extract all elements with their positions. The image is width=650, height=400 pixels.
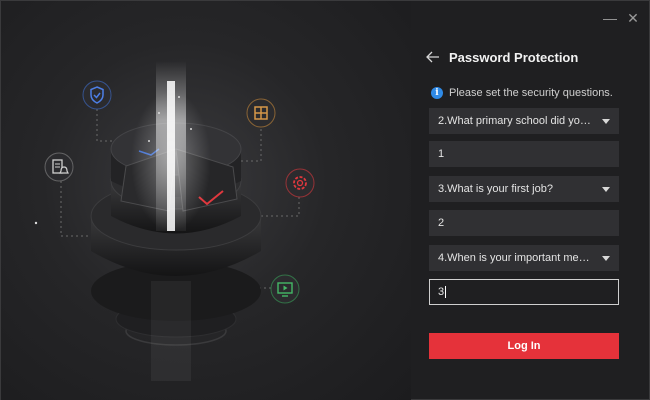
info-text: Please set the security questions. [449, 87, 613, 99]
app-window: — ✕ Password Protection i Please set the… [0, 0, 650, 400]
answer-input-3[interactable]: 3 [429, 279, 619, 305]
info-message: i Please set the security questions. [431, 87, 613, 99]
login-button[interactable]: Log In [429, 333, 619, 359]
back-arrow-icon[interactable] [425, 49, 441, 65]
question-3-value: 4.When is your important mem... [438, 252, 596, 264]
monitor-play-icon [270, 274, 300, 304]
answer-3-value: 3 [438, 286, 445, 298]
safe-lock-illustration [34, 61, 300, 381]
security-illustration [1, 1, 411, 400]
question-select-2[interactable]: 3.What is your first job? [429, 176, 619, 202]
question-select-3[interactable]: 4.When is your important mem... [429, 245, 619, 271]
window-grid-icon [246, 98, 276, 128]
password-protection-panel: Password Protection i Please set the sec… [411, 1, 650, 400]
chevron-down-icon [602, 118, 610, 124]
info-icon: i [431, 87, 443, 99]
document-bell-icon [44, 152, 74, 182]
question-1-value: 2.What primary school did you ... [438, 115, 596, 127]
answer-1-value: 1 [438, 148, 445, 160]
question-2-value: 3.What is your first job? [438, 183, 553, 195]
answer-input-2[interactable]: 2 [429, 210, 619, 236]
chevron-down-icon [602, 255, 610, 261]
shield-icon [82, 80, 112, 110]
chevron-down-icon [602, 186, 610, 192]
answer-input-1[interactable]: 1 [429, 141, 619, 167]
page-title: Password Protection [449, 49, 579, 65]
text-cursor [445, 286, 447, 298]
answer-2-value: 2 [438, 217, 445, 229]
gear-icon [285, 168, 315, 198]
question-select-1[interactable]: 2.What primary school did you ... [429, 108, 619, 134]
panel-header: Password Protection [425, 49, 578, 65]
